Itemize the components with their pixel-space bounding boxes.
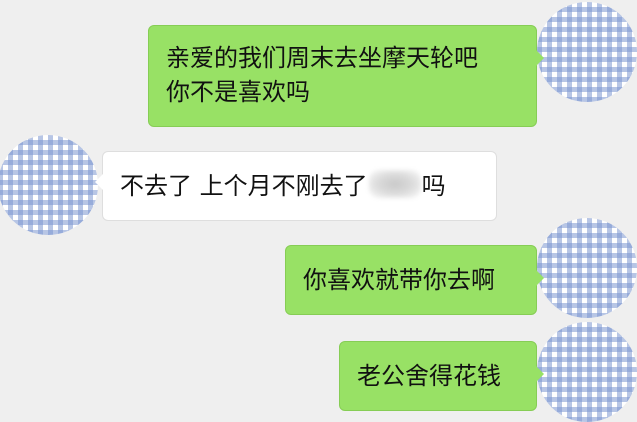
- message-text: 不去了 上个月不刚去了: [120, 172, 368, 200]
- my-avatar[interactable]: [537, 322, 637, 422]
- message-text: 老公舍得花钱: [357, 362, 501, 390]
- my-avatar[interactable]: [537, 2, 637, 102]
- contact-avatar[interactable]: [0, 135, 98, 235]
- message-text: 你不是喜欢吗: [166, 78, 310, 106]
- message-bubble[interactable]: 亲爱的我们周末去坐摩天轮吧 你不是喜欢吗: [148, 25, 544, 127]
- message-text: 你喜欢就带你去啊: [303, 266, 495, 294]
- message-text: 亲爱的我们周末去坐摩天轮吧: [166, 44, 478, 72]
- redaction-blur: [368, 170, 421, 198]
- message-bubble[interactable]: 老公舍得花钱: [339, 341, 544, 411]
- message-bubble[interactable]: 你喜欢就带你去啊: [285, 245, 544, 315]
- message-text: 吗: [421, 172, 446, 200]
- my-avatar[interactable]: [537, 218, 637, 318]
- message-bubble[interactable]: 不去了 上个月不刚去了 吗: [95, 151, 497, 221]
